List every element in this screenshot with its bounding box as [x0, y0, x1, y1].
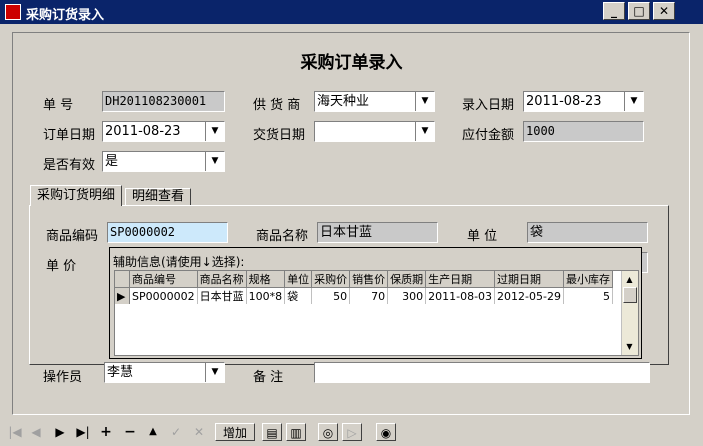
column-header: 最小库存 — [563, 271, 613, 288]
unit-field: 袋 — [527, 222, 648, 243]
magnifier-icon[interactable]: ◉ — [376, 423, 396, 441]
popup-title: 辅助信息(请使用↓选择): — [113, 255, 245, 269]
column-header: 商品名称 — [197, 271, 247, 288]
unit-label: 单 位 — [467, 229, 498, 244]
maximize-button[interactable]: □ — [628, 2, 650, 20]
grid-cell: 2012-05-29 — [494, 287, 564, 304]
grid-cell: 袋 — [284, 287, 313, 304]
app-icon — [5, 4, 21, 20]
chevron-down-icon[interactable]: ▼ — [205, 152, 224, 171]
grid-cell: SP0000002 — [129, 287, 198, 304]
chevron-down-icon[interactable]: ▼ — [205, 363, 224, 382]
delete-record-button[interactable]: − — [122, 423, 138, 441]
column-header: 商品编号 — [129, 271, 198, 288]
chevron-down-icon[interactable]: ▼ — [623, 340, 636, 353]
chevron-up-icon[interactable]: ▲ — [623, 273, 636, 286]
tab-purchase-detail[interactable]: 采购订货明细 — [30, 185, 123, 206]
close-button[interactable]: ✕ — [653, 2, 675, 20]
operator-value: 李慧 — [107, 365, 134, 380]
grid-header-row: 商品编号 商品名称 规格 单位 采购价 销售价 保质期 生产日期 过期日期 最小… — [115, 271, 613, 288]
column-header: 销售价 — [349, 271, 389, 288]
grid-cell: 日本甘蓝 — [197, 287, 247, 304]
scroll-thumb[interactable] — [623, 287, 637, 303]
product-code-input[interactable]: SP0000002 — [107, 222, 228, 243]
first-record-button[interactable]: |◀ — [6, 423, 24, 441]
insert-record-button[interactable]: + — [98, 423, 114, 441]
column-header: 规格 — [246, 271, 286, 288]
chevron-down-icon[interactable]: ▼ — [415, 92, 434, 111]
column-header: 保质期 — [387, 271, 427, 288]
grid-cell: 50 — [311, 287, 351, 304]
remark-label: 备 注 — [253, 370, 284, 385]
order-date-label: 订单日期 — [43, 128, 96, 143]
column-header: 生产日期 — [425, 271, 496, 288]
print-icon[interactable]: ▤ — [262, 423, 282, 441]
order-no-label: 单 号 — [43, 98, 74, 113]
grid-cell: 2011-08-03 — [425, 287, 496, 304]
delivery-date-picker[interactable]: ▼ — [314, 121, 435, 142]
column-header: 单位 — [284, 271, 313, 288]
price-label: 单 价 — [46, 259, 77, 274]
title-bar: 采购订货录入 _ □ ✕ — [0, 0, 703, 24]
is-valid-label: 是否有效 — [43, 158, 96, 173]
search-icon[interactable]: ◎ — [318, 423, 338, 441]
row-pointer-icon: ▶ — [115, 287, 130, 304]
column-header: 采购价 — [311, 271, 351, 288]
delivery-date-label: 交货日期 — [253, 128, 306, 143]
grid-scrollbar[interactable]: ▲ ▼ — [621, 271, 638, 355]
row-indicator-header — [115, 271, 130, 288]
tab-detail-view[interactable]: 明细查看 — [125, 188, 192, 206]
order-no-field[interactable]: DH201108230001 — [102, 91, 225, 112]
post-record-button[interactable]: ✓ — [168, 423, 184, 441]
supplier-combo[interactable]: 海天种业 ▼ — [314, 91, 435, 112]
edit-record-button[interactable]: ▲ — [145, 423, 161, 441]
next-record-button[interactable]: ▶ — [52, 423, 68, 441]
grid-cell: 300 — [387, 287, 427, 304]
operator-label: 操作员 — [43, 370, 83, 385]
supplier-value: 海天种业 — [317, 94, 370, 109]
form-title: 采购订单录入 — [300, 53, 403, 73]
supplier-label: 供 货 商 — [253, 98, 301, 113]
helper-popup: 辅助信息(请使用↓选择): 商品编号 商品名称 规格 单位 采购价 销售价 保质… — [109, 247, 642, 359]
is-valid-value: 是 — [105, 154, 119, 169]
chevron-down-icon[interactable]: ▼ — [415, 122, 434, 141]
table-row[interactable]: ▶ SP0000002 日本甘蓝 100*8 袋 50 70 300 2011-… — [115, 287, 613, 304]
add-button[interactable]: 增加 — [215, 423, 255, 441]
order-date-value: 2011-08-23 — [105, 124, 181, 139]
cancel-record-button[interactable]: ✕ — [191, 423, 207, 441]
product-code-label: 商品编码 — [46, 229, 99, 244]
amount-due-field: 1000 — [523, 121, 644, 142]
product-name-label: 商品名称 — [256, 229, 309, 244]
operator-combo[interactable]: 李慧 ▼ — [104, 362, 225, 383]
chevron-down-icon[interactable]: ▼ — [205, 122, 224, 141]
column-header: 过期日期 — [494, 271, 564, 288]
last-record-button[interactable]: ▶| — [74, 423, 92, 441]
product-name-field: 日本甘蓝 — [317, 222, 438, 243]
grid-cell: 100*8 — [246, 287, 286, 304]
prior-record-button[interactable]: ◀ — [28, 423, 44, 441]
chevron-down-icon[interactable]: ▼ — [624, 92, 643, 111]
remark-input[interactable] — [314, 362, 650, 383]
navigator-bar: |◀ ◀ ▶ ▶| + − ▲ ✓ ✕ 增加 ▤ ▥ ◎ ▷ ◉ — [0, 420, 703, 446]
minimize-button[interactable]: _ — [603, 2, 625, 20]
window-title: 采购订货录入 — [26, 8, 105, 23]
amount-due-label: 应付金额 — [462, 128, 515, 143]
play-icon[interactable]: ▷ — [342, 423, 362, 441]
grid-cell: 5 — [563, 287, 613, 304]
grid-cell: 70 — [349, 287, 389, 304]
entry-date-label: 录入日期 — [462, 98, 515, 113]
entry-date-picker[interactable]: 2011-08-23 ▼ — [523, 91, 644, 112]
helper-grid[interactable]: 商品编号 商品名称 规格 单位 采购价 销售价 保质期 生产日期 过期日期 最小… — [114, 270, 639, 356]
print-preview-icon[interactable]: ▥ — [286, 423, 306, 441]
order-date-picker[interactable]: 2011-08-23 ▼ — [102, 121, 225, 142]
is-valid-combo[interactable]: 是 ▼ — [102, 151, 225, 172]
entry-date-value: 2011-08-23 — [526, 94, 602, 109]
